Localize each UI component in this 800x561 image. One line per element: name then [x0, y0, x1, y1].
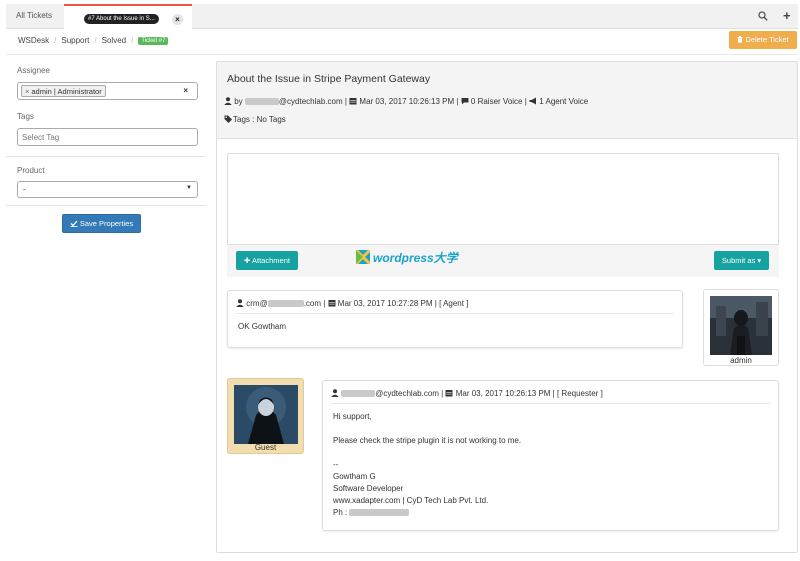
calendar-icon — [328, 300, 336, 307]
admin-avatar — [710, 296, 772, 355]
tab-ticket-number: #7 — [88, 16, 95, 22]
watermark-text: wordpress大学 — [373, 251, 458, 265]
requester-email-domain: @cydtechlab.com | — [375, 389, 444, 398]
ticket-email-domain: @cydtechlab.com | — [278, 97, 347, 106]
tags-label: Tags — [17, 112, 34, 121]
tab-all-tickets[interactable]: All Tickets — [16, 11, 52, 20]
check-icon — [70, 220, 78, 227]
ticket-badge: Ticket #7 — [138, 37, 169, 45]
reply-textarea[interactable] — [227, 153, 779, 245]
product-value: - — [23, 185, 26, 194]
calendar-icon — [445, 390, 453, 397]
admin-avatar-caption: admin — [730, 356, 752, 365]
ticket-panel: About the Issue in Stripe Payment Gatewa… — [216, 61, 798, 553]
redacted-email — [267, 300, 304, 307]
submit-as-label: Submit as — [721, 256, 756, 265]
ticket-by-prefix: by — [234, 97, 243, 106]
agent-email-domain: .com | — [303, 299, 326, 308]
user-icon — [331, 389, 339, 397]
ticket-tags: Tags : No Tags — [224, 115, 286, 124]
card-divider — [331, 403, 771, 404]
guest-avatar-caption: Guest — [254, 443, 277, 452]
message-line: Please check the stripe plugin it is not… — [333, 436, 522, 445]
bullhorn-icon — [529, 97, 537, 105]
breadcrumb-support[interactable]: Support — [61, 36, 89, 45]
admin-avatar-card: admin — [703, 289, 779, 366]
tab-close-icon[interactable]: × — [172, 14, 183, 25]
delete-ticket-button[interactable]: Delete Ticket — [729, 31, 797, 49]
ticket-agent-voice: 1 Agent Voice — [539, 97, 589, 106]
tags-icon — [224, 115, 232, 123]
chevron-down-icon: ▼ — [186, 185, 192, 191]
breadcrumb-solved[interactable]: Solved — [102, 36, 126, 45]
redacted-phone — [349, 509, 410, 516]
card-divider — [236, 313, 674, 314]
tab-ticket-7[interactable]: #7 About the Issue in S... × — [64, 4, 192, 29]
phone-label: Ph : — [333, 508, 348, 517]
comment-icon — [461, 98, 469, 105]
sidebar-divider — [6, 156, 206, 157]
assignee-clear-icon[interactable]: × — [183, 86, 188, 95]
assignee-chip-remove-icon[interactable]: × — [25, 87, 29, 96]
calendar-icon — [349, 98, 357, 105]
ticket-header: About the Issue in Stripe Payment Gatewa… — [217, 62, 797, 139]
breadcrumb: WSDesk / Support / Solved / Ticket #7 — [18, 36, 169, 45]
tab-ticket-pill: #7 About the Issue in S... — [84, 14, 159, 24]
agent-email-prefix: crm@ — [246, 299, 268, 308]
tags-input[interactable] — [17, 128, 198, 146]
assignee-field[interactable]: × admin | Administrator × — [17, 82, 198, 100]
ticket-date: Mar 03, 2017 10:26:13 PM | — [359, 97, 459, 106]
user-icon — [236, 299, 244, 307]
caret-down-icon: ▾ — [757, 256, 762, 265]
message-line: Software Developer — [333, 484, 404, 493]
assignee-label: Assignee — [17, 66, 50, 75]
agent-reply-body: OK Gowtham — [238, 322, 287, 331]
submit-as-button[interactable]: Submit as ▾ — [714, 251, 769, 270]
tab-bar: All Tickets #7 About the Issue in S... ×… — [6, 4, 798, 29]
product-label: Product — [17, 166, 45, 175]
message-line: www.xadapter.com | CyD Tech Lab Pvt. Ltd… — [333, 496, 489, 505]
requester-message-role: [ Requester ] — [556, 389, 603, 398]
guest-avatar-card: Guest — [227, 378, 304, 454]
ticket-raiser-voice: 0 Raiser Voice | — [470, 97, 527, 106]
agent-reply-date: Mar 03, 2017 10:27:28 PM | — [337, 299, 437, 308]
tab-ticket-label: About the Issue in S... — [96, 16, 155, 22]
wordpress-logo-icon — [356, 250, 370, 264]
requester-message-date: Mar 03, 2017 10:26:13 PM | — [455, 389, 555, 398]
product-select[interactable]: - ▼ — [17, 181, 198, 198]
ticket-title: About the Issue in Stripe Payment Gatewa… — [227, 73, 431, 85]
search-icon[interactable] — [758, 11, 768, 21]
redacted-email — [341, 390, 376, 397]
assignee-chip: × admin | Administrator — [21, 85, 106, 97]
sidebar-divider — [6, 205, 206, 206]
breadcrumb-wsdesk[interactable]: WSDesk — [18, 36, 49, 45]
attachment-button[interactable]: ✚ Attachment — [236, 251, 298, 270]
user-icon — [224, 97, 232, 105]
agent-reply-card: crm@ .com | Mar 03, 2017 10:27:28 PM | [ … — [227, 290, 683, 348]
trash-icon — [737, 36, 743, 43]
agent-reply-header: crm@ .com | Mar 03, 2017 10:27:28 PM | [ … — [236, 299, 468, 308]
message-line: -- — [333, 460, 339, 469]
attachment-label: Attachment — [252, 256, 290, 265]
message-line: Gowtham G — [333, 472, 376, 481]
save-properties-label: Save Properties — [79, 219, 134, 228]
requester-message-header: @cydtechlab.com | Mar 03, 2017 10:26:13 … — [331, 389, 603, 398]
ticket-meta: by @cydtechlab.com | Mar 03, 2017 10:26:… — [224, 97, 588, 106]
requester-message-card: @cydtechlab.com | Mar 03, 2017 10:26:13 … — [322, 380, 779, 531]
delete-ticket-label: Delete Ticket — [745, 35, 789, 44]
ticket-tags-text: Tags : No Tags — [233, 115, 286, 124]
save-properties-button[interactable]: Save Properties — [62, 214, 141, 233]
guest-avatar — [234, 385, 298, 444]
assignee-chip-value: admin | Administrator — [31, 87, 102, 96]
message-line: Hi support, — [333, 412, 372, 421]
redacted-email — [244, 98, 279, 105]
agent-reply-role: [ Agent ] — [439, 299, 469, 308]
plus-icon: ✚ — [244, 256, 251, 265]
message-line: Ph : — [333, 508, 410, 517]
reply-composer: ✚ Attachment wordpress大学 Submit as ▾ — [227, 153, 779, 277]
plus-icon[interactable]: + — [783, 9, 791, 22]
header-divider — [6, 54, 798, 55]
